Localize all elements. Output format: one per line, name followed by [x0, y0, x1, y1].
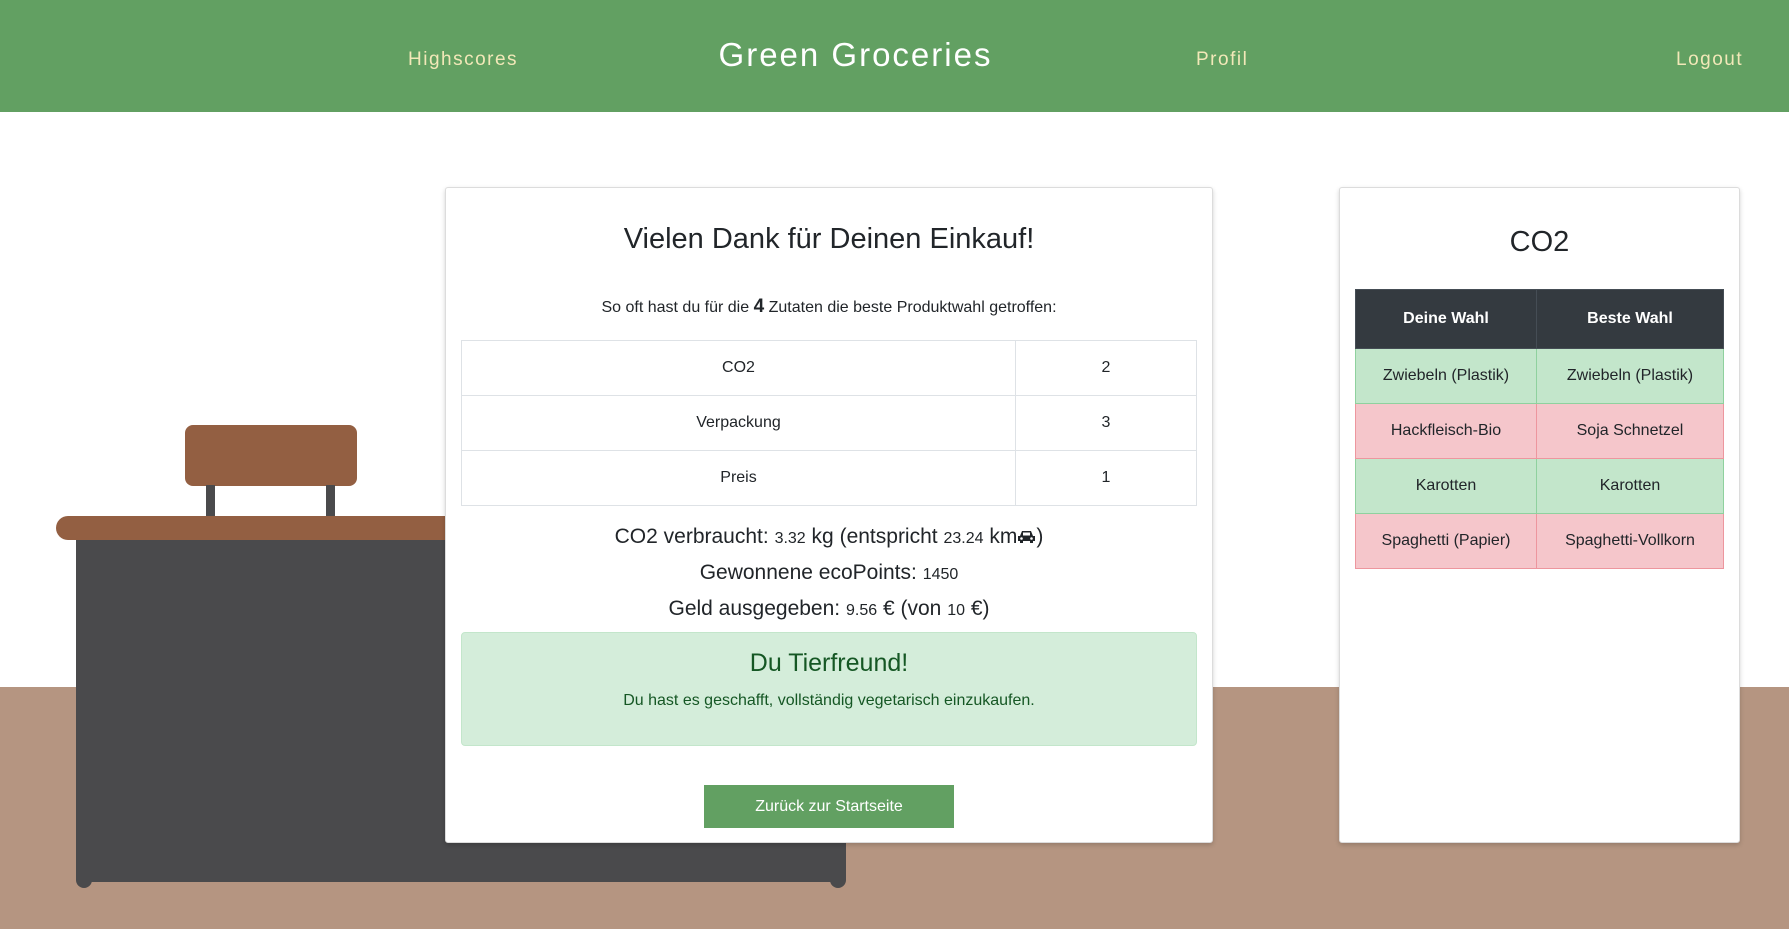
money-spent-stat: Geld ausgegeben: 9.56 € (von 10 €): [446, 597, 1212, 621]
ingredient-count: 4: [753, 296, 765, 317]
intro-text-after: Zutaten die beste Produktwahl getroffen:: [768, 299, 1057, 316]
best-choice-cell: Zwiebeln (Plastik): [1536, 348, 1724, 404]
table-row: Karotten Karotten: [1355, 458, 1724, 514]
category-label: Verpackung: [461, 395, 1016, 451]
result-card: Vielen Dank für Deinen Einkauf! So oft h…: [445, 187, 1213, 843]
table-row: Verpackung 3: [461, 395, 1197, 451]
co2-comparison-card: CO2 Deine Wahl Beste Wahl Zwiebeln (Plas…: [1339, 187, 1740, 843]
table-row: CO2 2: [461, 340, 1197, 396]
category-count: 1: [1015, 450, 1197, 506]
brand-title[interactable]: Green Groceries: [0, 36, 1711, 74]
table-row: Preis 1: [461, 450, 1197, 506]
achievement-title: Du Tierfreund!: [749, 649, 909, 677]
your-choice-cell: Karotten: [1355, 458, 1537, 514]
chair-backrest: [185, 425, 357, 486]
co2-unit: kg: [811, 525, 834, 548]
co2-panel-title: CO2: [1509, 226, 1570, 258]
co2-close-paren: ): [1036, 525, 1044, 548]
counter-foot: [76, 870, 92, 888]
achievement-text: Du hast es geschafft, vollständig vegeta…: [623, 692, 1035, 709]
category-count: 2: [1015, 340, 1197, 396]
table-row: Zwiebeln (Plastik) Zwiebeln (Plastik): [1355, 348, 1724, 404]
budget-value: 10: [947, 602, 965, 619]
co2-label: CO2 verbraucht:: [614, 525, 769, 548]
chair-leg: [206, 485, 215, 516]
km-value: 23.24: [943, 530, 984, 547]
car-icon: [1017, 527, 1036, 551]
co2-consumed-stat: CO2 verbraucht: 3.32 kg (entspricht 23.2…: [446, 525, 1212, 551]
km-unit: km: [989, 525, 1018, 548]
category-count: 3: [1015, 395, 1197, 451]
co2-equivalent-label: (entspricht: [839, 525, 938, 548]
intro-text-before: So oft hast du für die: [601, 299, 750, 316]
best-choice-cell: Soja Schnetzel: [1536, 403, 1724, 459]
back-to-start-button[interactable]: Zurück zur Startseite: [704, 785, 954, 828]
money-value: 9.56: [845, 602, 878, 619]
nav-profile[interactable]: Profil: [1196, 49, 1248, 71]
nav-logout[interactable]: Logout: [1676, 49, 1743, 71]
chair-leg: [326, 485, 335, 516]
your-choice-cell: Hackfleisch-Bio: [1355, 403, 1537, 459]
money-label: Geld ausgegeben:: [668, 597, 841, 620]
top-navbar: Highscores Green Groceries Profil Logout: [0, 0, 1789, 112]
budget-unit: €): [970, 597, 990, 620]
ecopoints-label: Gewonnene ecoPoints:: [699, 561, 917, 584]
co2-comparison-table: Deine Wahl Beste Wahl Zwiebeln (Plastik)…: [1355, 289, 1724, 569]
column-header-best-choice: Beste Wahl: [1536, 289, 1724, 349]
table-row: Spaghetti (Papier) Spaghetti-Vollkorn: [1355, 513, 1724, 569]
result-title: Vielen Dank für Deinen Einkauf!: [623, 223, 1035, 255]
best-choice-table: CO2 2 Verpackung 3 Preis 1: [461, 340, 1197, 506]
best-choice-cell: Karotten: [1536, 458, 1724, 514]
money-unit: €: [882, 597, 895, 620]
category-label: Preis: [461, 450, 1016, 506]
budget-label: (von: [900, 597, 942, 620]
achievement-alert: Du Tierfreund! Du hast es geschafft, vol…: [461, 632, 1197, 746]
ecopoints-value: 1450: [922, 566, 959, 583]
best-choice-cell: Spaghetti-Vollkorn: [1536, 513, 1724, 569]
category-label: CO2: [461, 340, 1016, 396]
your-choice-cell: Zwiebeln (Plastik): [1355, 348, 1537, 404]
best-choice-intro: So oft hast du für die 4 Zutaten die bes…: [446, 296, 1212, 318]
column-header-your-choice: Deine Wahl: [1355, 289, 1537, 349]
table-header-row: Deine Wahl Beste Wahl: [1355, 289, 1724, 349]
ecopoints-stat: Gewonnene ecoPoints: 1450: [446, 561, 1212, 585]
counter-foot: [830, 870, 846, 888]
your-choice-cell: Spaghetti (Papier): [1355, 513, 1537, 569]
co2-value: 3.32: [774, 530, 806, 547]
table-row: Hackfleisch-Bio Soja Schnetzel: [1355, 403, 1724, 459]
